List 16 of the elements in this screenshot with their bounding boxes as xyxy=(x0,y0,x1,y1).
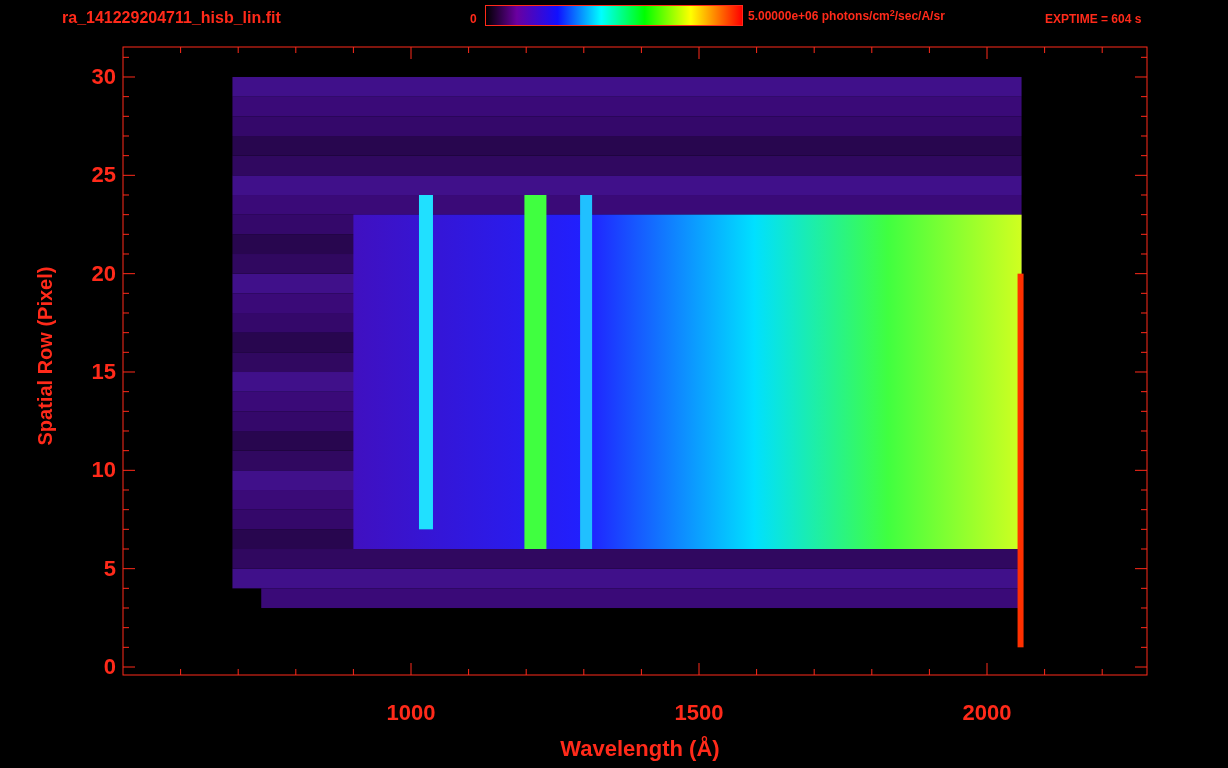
y-tick-label: 20 xyxy=(90,260,116,287)
x-axis-label: Wavelength (Å) xyxy=(559,736,721,762)
x-tick-label: 2000 xyxy=(961,700,1013,726)
y-tick-label: 0 xyxy=(102,654,116,680)
y-axis-label: Spatial Row (Pixel) xyxy=(33,265,57,448)
y-tick-label: 10 xyxy=(90,457,116,484)
colorbar-max-label: 5.00000e+06 photons/cm$^{2}$/sec/A/sr xyxy=(748,8,945,24)
colorbar-min-label: 0 xyxy=(470,11,477,27)
exposure-time: EXPTIME = 604 s xyxy=(1045,11,1142,27)
x-tick-label: 1500 xyxy=(673,700,725,726)
x-tick-label: 1000 xyxy=(385,700,437,726)
y-tick-label: 25 xyxy=(90,162,116,189)
y-tick-label: 15 xyxy=(90,359,116,385)
plot-title: ra_141229204711_hisb_lin.fit xyxy=(62,8,281,28)
y-tick-label: 5 xyxy=(102,555,116,582)
y-tick-label: 30 xyxy=(90,64,116,90)
